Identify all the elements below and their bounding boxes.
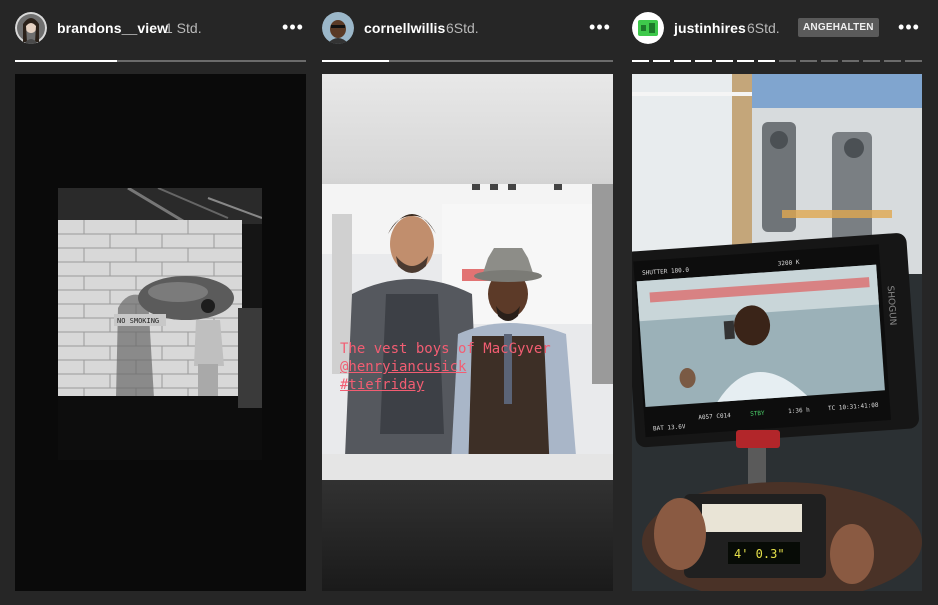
- progress-segment: [674, 60, 691, 62]
- progress-segment: [716, 60, 733, 62]
- progress-fill: [653, 60, 670, 62]
- story-photo: [322, 184, 613, 480]
- progress-bar: [15, 60, 306, 62]
- caption-mention[interactable]: @henryiancusick: [340, 358, 551, 376]
- progress-segment: [653, 60, 670, 62]
- caption-hashtag[interactable]: #tiefriday: [340, 376, 551, 394]
- timestamp: 6Std.: [747, 20, 780, 36]
- monitor-standby: STBY: [750, 410, 765, 418]
- progress-segment: [632, 60, 649, 62]
- story-header: justinhires 6Std. ANGEHALTEN •••: [632, 12, 922, 46]
- story-media[interactable]: SHUTTER 180.0 3200 K TC 10:31:41:08 BAT …: [632, 74, 922, 591]
- progress-fill: [674, 60, 691, 62]
- avatar[interactable]: [15, 12, 47, 44]
- timestamp: 6Std.: [446, 20, 479, 36]
- progress-segment: [821, 60, 838, 62]
- story-caption: The vest boys of MacGyver @henryiancusic…: [340, 340, 551, 394]
- progress-bar: [632, 60, 922, 62]
- progress-segment: [695, 60, 712, 62]
- story-media[interactable]: The vest boys of MacGyver @henryiancusic…: [322, 74, 613, 591]
- story-card-3[interactable]: justinhires 6Std. ANGEHALTEN ••• SHUTTER…: [632, 0, 922, 605]
- progress-fill: [15, 60, 117, 62]
- progress-segment: [842, 60, 859, 62]
- username[interactable]: cornellwillis: [364, 20, 445, 36]
- paused-badge: ANGEHALTEN: [798, 18, 879, 37]
- timestamp: 1 Std.: [165, 20, 202, 36]
- progress-segment: [863, 60, 880, 62]
- progress-fill: [758, 60, 775, 62]
- progress-segment: [737, 60, 754, 62]
- story-media[interactable]: NO SMOKING: [15, 74, 306, 591]
- story-card-1[interactable]: brandons__view 1 Std. ••• NO SMOKING: [15, 0, 306, 605]
- story-header: brandons__view 1 Std. •••: [15, 12, 306, 46]
- recorder-display: 4' 0.3": [734, 547, 785, 561]
- progress-bar: [322, 60, 613, 62]
- progress-segment: [779, 60, 796, 62]
- progress-segment: [905, 60, 922, 62]
- story-photo: SHUTTER 180.0 3200 K TC 10:31:41:08 BAT …: [632, 74, 922, 591]
- story-header: cornellwillis 6Std. •••: [322, 12, 613, 46]
- caption-line: The vest boys of MacGyver: [340, 341, 551, 357]
- more-options-icon[interactable]: •••: [280, 18, 306, 38]
- progress-fill: [716, 60, 733, 62]
- progress-segment: [758, 60, 775, 62]
- sign-text: NO SMOKING: [117, 317, 159, 325]
- more-options-icon[interactable]: •••: [587, 18, 613, 38]
- progress-fill: [632, 60, 649, 62]
- story-card-2[interactable]: cornellwillis 6Std. ••• The vest boys of…: [322, 0, 613, 605]
- progress-fill: [695, 60, 712, 62]
- progress-segment: [322, 60, 613, 62]
- avatar[interactable]: [632, 12, 664, 44]
- more-options-icon[interactable]: •••: [896, 18, 922, 38]
- username[interactable]: brandons__view: [57, 20, 168, 36]
- progress-fill: [322, 60, 389, 62]
- progress-fill: [737, 60, 754, 62]
- story-photo: NO SMOKING: [58, 188, 262, 460]
- username[interactable]: justinhires: [674, 20, 746, 36]
- avatar[interactable]: [322, 12, 354, 44]
- progress-segment: [15, 60, 306, 62]
- progress-segment: [800, 60, 817, 62]
- progress-segment: [884, 60, 901, 62]
